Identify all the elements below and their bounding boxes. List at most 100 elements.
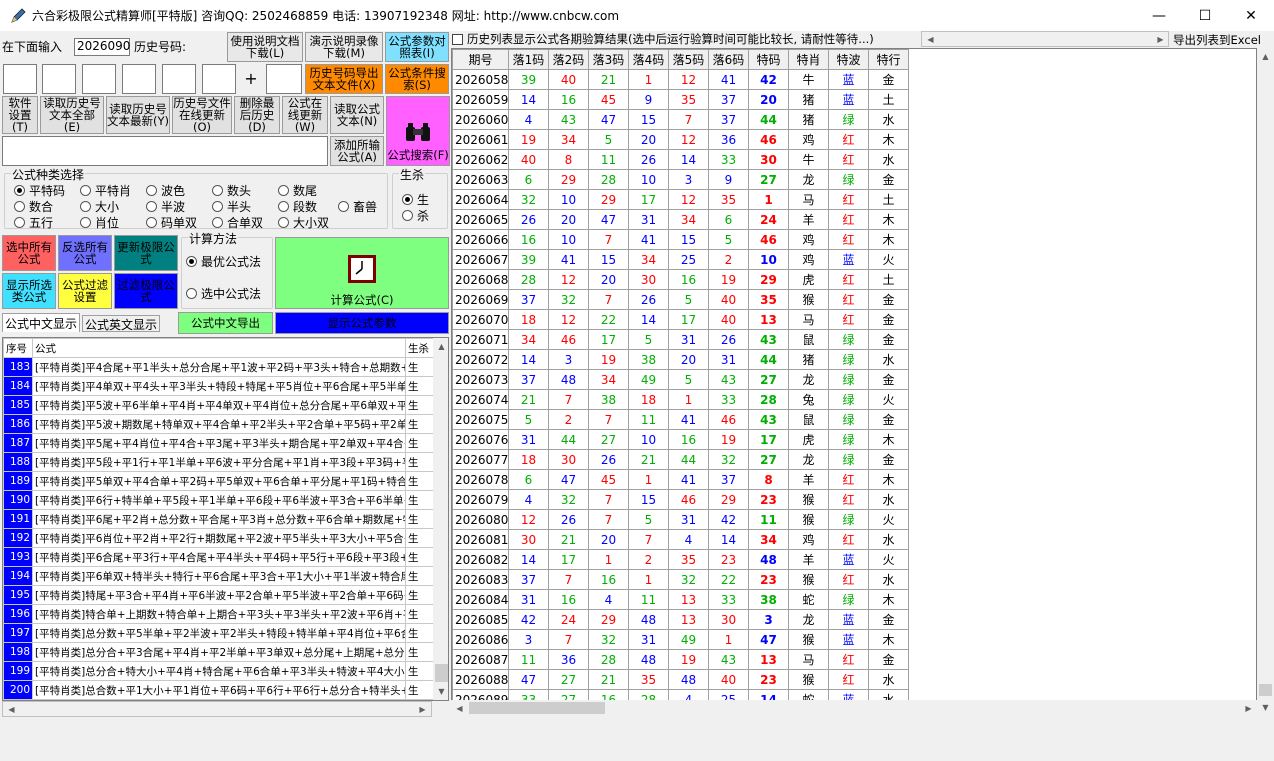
history-row[interactable]: 2026085 42 24 29 48 13 30 3 龙蓝金 [452, 609, 909, 630]
formula-type-radio[interactable]: 波色 [146, 182, 185, 199]
scroll-thumb[interactable] [469, 702, 605, 714]
delete-latest-button[interactable]: 删除最后历史(D) [234, 96, 280, 134]
history-hscroll-top[interactable]: ◀ ▶ [921, 31, 1169, 47]
history-hscrollbar[interactable]: ◀ ▶ [451, 700, 1257, 716]
history-row[interactable]: 2026082 14 17 1 2 35 23 48 羊蓝火 [452, 549, 909, 570]
scroll-left-icon[interactable]: ◀ [3, 701, 20, 718]
formula-type-radio[interactable]: 平特码 [14, 182, 65, 199]
col-header-lifekill[interactable]: 生杀 [405, 338, 434, 358]
read-history-latest-button[interactable]: 读取历史号文本最新(Y) [106, 96, 170, 134]
table-row[interactable]: 190 [平特肖类]平6行+特半单+平5段+平1半单+平6段+平6半波+平3合+平… [3, 490, 434, 510]
history-col-header[interactable]: 落1码 [508, 49, 549, 70]
history-row[interactable]: 2026070 18 12 22 14 17 40 13 马红金 [452, 309, 909, 330]
table-row[interactable]: 183 [平特肖类]平4合尾+平1半头+总分合尾+平1波+平2码+平3头+特合+总… [3, 357, 434, 377]
formula-hscrollbar[interactable]: ◀ ▶ [2, 701, 432, 717]
video-button[interactable]: 演示说明录像下载(M) [305, 32, 383, 62]
history-number-input[interactable] [3, 64, 37, 94]
formula-vscrollbar[interactable]: ▲ ▼ [433, 338, 448, 700]
formula-type-radio[interactable]: 数尾 [278, 182, 317, 199]
history-row[interactable]: 2026068 28 12 20 30 16 19 29 虎红土 [452, 269, 909, 290]
show-params-button[interactable]: 显示公式参数 [275, 312, 449, 334]
history-col-header[interactable]: 落6码 [708, 49, 749, 70]
table-row[interactable]: 192 [平特肖类]平6肖位+平2肖+平2行+期数尾+平2波+平5半头+平3大小+… [3, 528, 434, 548]
formula-type-radio[interactable]: 半波 [146, 198, 185, 215]
scroll-left-icon[interactable]: ◀ [451, 700, 468, 717]
history-row[interactable]: 2026071 34 46 17 5 31 26 43 鼠绿金 [452, 329, 909, 350]
best-method-radio[interactable]: 最优公式法 [186, 253, 261, 270]
col-header-index[interactable]: 序号 [3, 338, 33, 358]
formula-type-radio[interactable]: 数头 [212, 182, 251, 199]
scroll-up-icon[interactable]: ▲ [1257, 48, 1274, 65]
history-col-header[interactable]: 落5码 [668, 49, 709, 70]
table-row[interactable]: 199 [平特肖类]总分合+特大小+平4肖+特合尾+平6合单+平3半头+特波+平4… [3, 661, 434, 681]
verify-checkbox[interactable] [452, 33, 463, 45]
history-row[interactable]: 2026065 26 20 47 31 34 6 24 羊红木 [452, 209, 909, 230]
history-number-input[interactable] [82, 64, 116, 94]
read-history-all-button[interactable]: 读取历史号文本全部(E) [40, 96, 104, 134]
formula-type-radio[interactable]: 畜兽 [338, 198, 377, 215]
formula-type-radio[interactable]: 码单双 [146, 214, 197, 231]
scroll-down-icon[interactable]: ▼ [1257, 699, 1274, 716]
history-col-header[interactable]: 特肖 [788, 49, 829, 70]
table-row[interactable]: 185 [平特肖类]平5波+平6半单+平4肖+平4单双+平4肖位+总分合尾+平6单… [3, 395, 434, 415]
history-row[interactable]: 2026060 4 43 47 15 7 37 44 猪绿水 [452, 109, 909, 130]
formula-type-radio[interactable]: 平特肖 [80, 182, 131, 199]
history-row[interactable]: 2026078 6 47 45 1 41 37 8 羊红木 [452, 469, 909, 490]
invert-select-button[interactable]: 反选所有公式 [58, 235, 112, 271]
history-row[interactable]: 2026069 37 32 7 26 5 40 35 猴红金 [452, 289, 909, 310]
kill-radio[interactable]: 杀 [402, 207, 429, 224]
history-row[interactable]: 2026073 37 48 34 49 5 43 27 龙绿金 [452, 369, 909, 390]
history-row[interactable]: 2026088 47 27 21 35 48 40 23 猴红水 [452, 669, 909, 690]
close-button[interactable]: ✕ [1228, 0, 1274, 31]
update-limit-button[interactable]: 更新极限公式 [114, 235, 178, 271]
formula-type-radio[interactable]: 大小双 [278, 214, 329, 231]
tab-english[interactable]: 公式英文显示 [82, 315, 161, 332]
history-row[interactable]: 2026067 39 41 15 34 25 2 10 鸡蓝火 [452, 249, 909, 270]
history-col-header[interactable]: 特码 [748, 49, 789, 70]
table-row[interactable]: 191 [平特肖类]平6尾+平2肖+总分数+平合尾+平3肖+总分数+平6合单+期数… [3, 509, 434, 529]
formula-type-radio[interactable]: 五行 [14, 214, 53, 231]
minimize-button[interactable]: — [1136, 0, 1182, 31]
history-number-input[interactable] [162, 64, 196, 94]
formula-type-radio[interactable]: 段数 [278, 198, 317, 215]
table-row[interactable]: 189 [平特肖类]平5单双+平4合单+平2码+平5单双+平6合单+平分尾+平1码… [3, 471, 434, 491]
scroll-thumb[interactable] [1259, 684, 1272, 696]
life-radio[interactable]: 生 [402, 191, 429, 208]
table-row[interactable]: 198 [平特肖类]总分合+平3合尾+平4肖+平2半单+平3单双+总分尾+上期尾+… [3, 642, 434, 662]
select-all-button[interactable]: 选中所有公式 [2, 235, 56, 271]
tab-chinese[interactable]: 公式中文显示 [2, 313, 81, 332]
history-row[interactable]: 2026076 31 44 27 10 16 19 17 虎绿木 [452, 429, 909, 450]
formula-type-radio[interactable]: 数合 [14, 198, 53, 215]
compute-button[interactable]: 计算公式(C) [275, 237, 449, 309]
special-number-input[interactable] [266, 64, 302, 94]
history-col-header[interactable]: 落3码 [588, 49, 629, 70]
history-row[interactable]: 2026083 37 7 16 1 32 22 23 猴红水 [452, 569, 909, 590]
history-update-button[interactable]: 历史号文件在线更新(O) [172, 96, 232, 134]
history-row[interactable]: 2026084 31 16 4 11 13 33 38 蛇绿木 [452, 589, 909, 610]
history-row[interactable]: 2026086 3 7 32 31 49 1 47 猴蓝木 [452, 629, 909, 650]
table-row[interactable]: 194 [平特肖类]平6单双+特半头+特行+平6合尾+平3合+平1大小+平1半波+… [3, 566, 434, 586]
formula-type-radio[interactable]: 大小 [80, 198, 119, 215]
history-number-input[interactable] [42, 64, 76, 94]
period-input[interactable]: 2026090 [74, 38, 130, 56]
table-row[interactable]: 193 [平特肖类]平6合尾+平3行+平4合尾+平4半头+平4码+平5行+平6段+… [3, 547, 434, 567]
scroll-up-icon[interactable]: ▲ [433, 338, 448, 355]
condition-search-button[interactable]: 公式条件搜索(S) [385, 64, 449, 94]
history-row[interactable]: 2026058 39 40 21 1 12 41 42 牛蓝金 [452, 69, 909, 90]
history-number-input[interactable] [202, 64, 236, 94]
history-row[interactable]: 2026080 12 26 7 5 31 42 11 猴绿火 [452, 509, 909, 530]
help-doc-button[interactable]: 使用说明文档下载(L) [227, 32, 303, 62]
history-row[interactable]: 2026061 19 34 5 20 12 36 46 鸡红木 [452, 129, 909, 150]
scroll-right-icon[interactable]: ▶ [1240, 700, 1257, 717]
history-row[interactable]: 2026064 32 10 29 17 12 35 1 马红土 [452, 189, 909, 210]
selected-method-radio[interactable]: 选中公式法 [186, 285, 261, 302]
read-formula-text-button[interactable]: 读取公式文本(N) [330, 96, 384, 134]
export-cn-button[interactable]: 公式中文导出 [178, 312, 273, 334]
add-formula-button[interactable]: 添加所输公式(A) [330, 136, 384, 166]
formula-type-radio[interactable]: 半头 [212, 198, 251, 215]
scroll-right-icon[interactable]: ▶ [1152, 31, 1169, 48]
formula-input[interactable] [2, 136, 328, 166]
maximize-button[interactable]: ☐ [1182, 0, 1228, 31]
history-number-input[interactable] [122, 64, 156, 94]
software-settings-button[interactable]: 软件设置(T) [2, 96, 38, 134]
